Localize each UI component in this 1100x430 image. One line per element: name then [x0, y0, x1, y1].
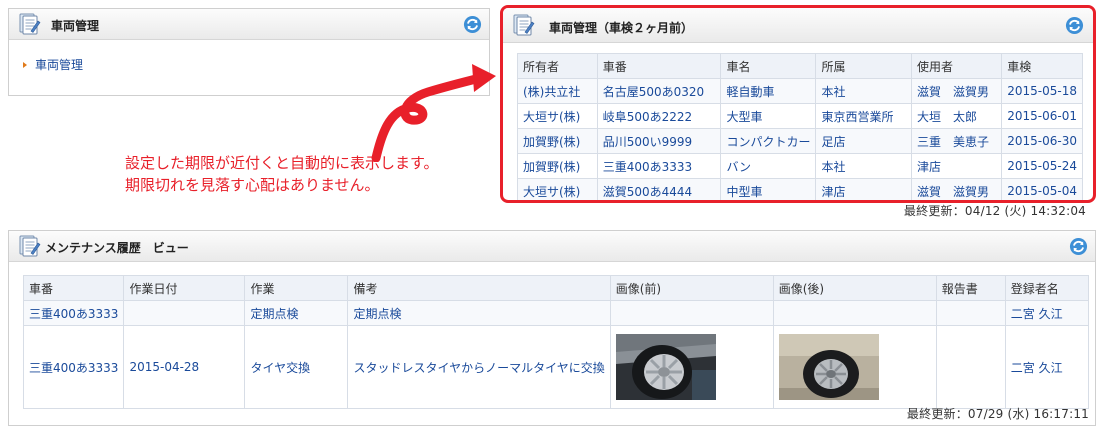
callout-text: 設定した期限が近付くと自動的に表示します。 期限切れを見落す心配はありません。 — [125, 152, 439, 196]
cell-inspection-date[interactable]: 2015-05-18 — [1001, 78, 1083, 104]
cell-department: 足店 — [815, 128, 913, 154]
cell-inspection-date[interactable]: 2015-05-24 — [1001, 153, 1083, 179]
cell-plate[interactable]: 三重400あ3333 — [22, 300, 125, 326]
cell-plate[interactable]: 三重400あ3333 — [596, 153, 722, 179]
panel-title: メンテナンス履歴 ビュー — [45, 241, 189, 255]
table-header-row: 車番 作業日付 作業 備考 画像(前) 画像(後) 報告書 登録者名 — [22, 275, 1090, 301]
maintenance-history-panel: メンテナンス履歴 ビュー 車番 作業日付 作業 備考 画像(前) 画像(後) 報… — [8, 230, 1096, 426]
cell-owner[interactable]: 大垣サ(株) — [517, 178, 598, 200]
refresh-icon[interactable] — [1069, 237, 1088, 256]
table-row: 大垣サ(株) 滋賀500あ4444 中型車 津店 滋賀 滋賀男 2015-05-… — [517, 178, 1083, 200]
cell-work[interactable]: 定期点検 — [244, 300, 349, 326]
table-row: 加賀野(株) 品川500い9999 コンパクトカー 足店 三重 美恵子 2015… — [517, 128, 1083, 154]
column-header-plate: 車番 — [596, 53, 722, 79]
cell-user[interactable]: 滋賀 滋賀男 — [911, 178, 1003, 200]
triangle-right-icon — [23, 62, 27, 68]
cell-vehicle-name[interactable]: 大型車 — [720, 103, 817, 129]
column-header-note: 備考 — [347, 275, 611, 301]
column-header-inspection: 車検 — [1001, 53, 1083, 79]
cell-owner[interactable]: 加賀野(株) — [517, 128, 598, 154]
cell-inspection-date[interactable]: 2015-06-01 — [1001, 103, 1083, 129]
table-row: 三重400あ3333 2015-04-28 タイヤ交換 スタッドレスタイヤからノ… — [22, 325, 1090, 409]
cell-plate[interactable]: 名古屋500あ0320 — [596, 78, 722, 104]
cell-work-date[interactable] — [123, 300, 246, 326]
document-icon — [511, 13, 535, 37]
column-header-image-after: 画像(後) — [772, 275, 937, 301]
cell-image-before — [609, 325, 774, 409]
tire-photo-before[interactable] — [615, 334, 716, 400]
cell-inspection-date[interactable]: 2015-05-04 — [1001, 178, 1083, 200]
cell-registrant[interactable]: 二宮 久江 — [1004, 325, 1090, 409]
cell-work-date[interactable]: 2015-04-28 — [123, 325, 246, 409]
cell-vehicle-name[interactable]: 軽自動車 — [720, 78, 817, 104]
cell-vehicle-name[interactable]: バン — [720, 153, 817, 179]
cell-plate[interactable]: 滋賀500あ4444 — [596, 178, 722, 200]
tree-item-vehicle-management[interactable]: 車両管理 — [23, 56, 83, 73]
panel-title: 車両管理（車検２ヶ月前） — [549, 21, 694, 35]
cell-vehicle-name[interactable]: コンパクトカー — [720, 128, 817, 154]
cell-registrant[interactable]: 二宮 久江 — [1004, 300, 1090, 326]
cell-note[interactable]: スタッドレスタイヤからノーマルタイヤに交換 — [347, 325, 611, 409]
column-header-work: 作業 — [244, 275, 349, 301]
column-header-plate: 車番 — [22, 275, 125, 301]
cell-plate[interactable]: 三重400あ3333 — [22, 325, 125, 409]
cell-plate[interactable]: 岐阜500あ2222 — [596, 103, 722, 129]
cell-report — [935, 325, 1006, 409]
table-row: 三重400あ3333 定期点検 定期点検 二宮 久江 — [22, 300, 1090, 326]
cell-user[interactable]: 三重 美恵子 — [911, 128, 1003, 154]
callout-arrow-icon — [371, 64, 496, 162]
column-header-owner: 所有者 — [517, 53, 598, 79]
cell-user[interactable]: 滋賀 滋賀男 — [911, 78, 1003, 104]
column-header-vehicle-name: 車名 — [720, 53, 817, 79]
cell-image-after — [772, 300, 937, 326]
cell-inspection-date[interactable]: 2015-06-30 — [1001, 128, 1083, 154]
tire-photo-after[interactable] — [778, 334, 879, 400]
panel-header: メンテナンス履歴 ビュー — [9, 231, 1095, 262]
cell-department: 東京西営業所 — [815, 103, 913, 129]
cell-owner[interactable]: 加賀野(株) — [517, 153, 598, 179]
refresh-icon[interactable] — [463, 15, 482, 34]
cell-user[interactable]: 大垣 太郎 — [911, 103, 1003, 129]
cell-note[interactable]: 定期点検 — [347, 300, 611, 326]
cell-owner[interactable]: 大垣サ(株) — [517, 103, 598, 129]
cell-plate[interactable]: 品川500い9999 — [596, 128, 722, 154]
document-icon — [17, 234, 41, 258]
table-row: 加賀野(株) 三重400あ3333 バン 本社 津店 2015-05-24 — [517, 153, 1083, 179]
callout-line-1: 設定した期限が近付くと自動的に表示します。 — [125, 154, 439, 172]
cell-owner[interactable]: (株)共立社 — [517, 78, 598, 104]
column-header-user: 使用者 — [911, 53, 1003, 79]
table-header-row: 所有者 車番 車名 所属 使用者 車検 — [517, 53, 1083, 79]
column-header-image-before: 画像(前) — [609, 275, 774, 301]
table-row: 大垣サ(株) 岐阜500あ2222 大型車 東京西営業所 大垣 太郎 2015-… — [517, 103, 1083, 129]
panel-header: 車両管理（車検２ヶ月前） — [503, 8, 1093, 43]
cell-user[interactable]: 津店 — [911, 153, 1003, 179]
refresh-icon[interactable] — [1065, 16, 1084, 35]
tree-item-label: 車両管理 — [35, 58, 84, 72]
cell-department: 津店 — [815, 178, 913, 200]
last-updated-text: 最終更新：07/29 (水) 16:17:11 — [906, 407, 1089, 421]
column-header-department: 所属 — [815, 53, 913, 79]
inspection-table: 所有者 車番 車名 所属 使用者 車検 (株)共立社 名古屋500あ0320 軽… — [517, 53, 1083, 200]
cell-work[interactable]: タイヤ交換 — [244, 325, 349, 409]
cell-department: 本社 — [815, 78, 913, 104]
column-header-work-date: 作業日付 — [123, 275, 246, 301]
column-header-registrant: 登録者名 — [1004, 275, 1090, 301]
document-icon — [17, 12, 41, 36]
panel-header: 車両管理 — [9, 9, 489, 40]
maintenance-table: 車番 作業日付 作業 備考 画像(前) 画像(後) 報告書 登録者名 三重400… — [22, 275, 1090, 409]
table-row: (株)共立社 名古屋500あ0320 軽自動車 本社 滋賀 滋賀男 2015-0… — [517, 78, 1083, 104]
column-header-report: 報告書 — [935, 275, 1006, 301]
cell-image-before — [609, 300, 774, 326]
last-updated-text: 最終更新：04/12 (火) 14:32:04 — [903, 204, 1086, 218]
cell-image-after — [772, 325, 937, 409]
cell-vehicle-name[interactable]: 中型車 — [720, 178, 817, 200]
callout-line-2: 期限切れを見落す心配はありません。 — [125, 176, 380, 194]
cell-department: 本社 — [815, 153, 913, 179]
inspection-due-panel: 車両管理（車検２ヶ月前） 所有者 車番 車名 所属 使用者 車検 (株)共立社 … — [500, 5, 1096, 203]
cell-report — [935, 300, 1006, 326]
panel-title: 車両管理 — [51, 19, 100, 33]
